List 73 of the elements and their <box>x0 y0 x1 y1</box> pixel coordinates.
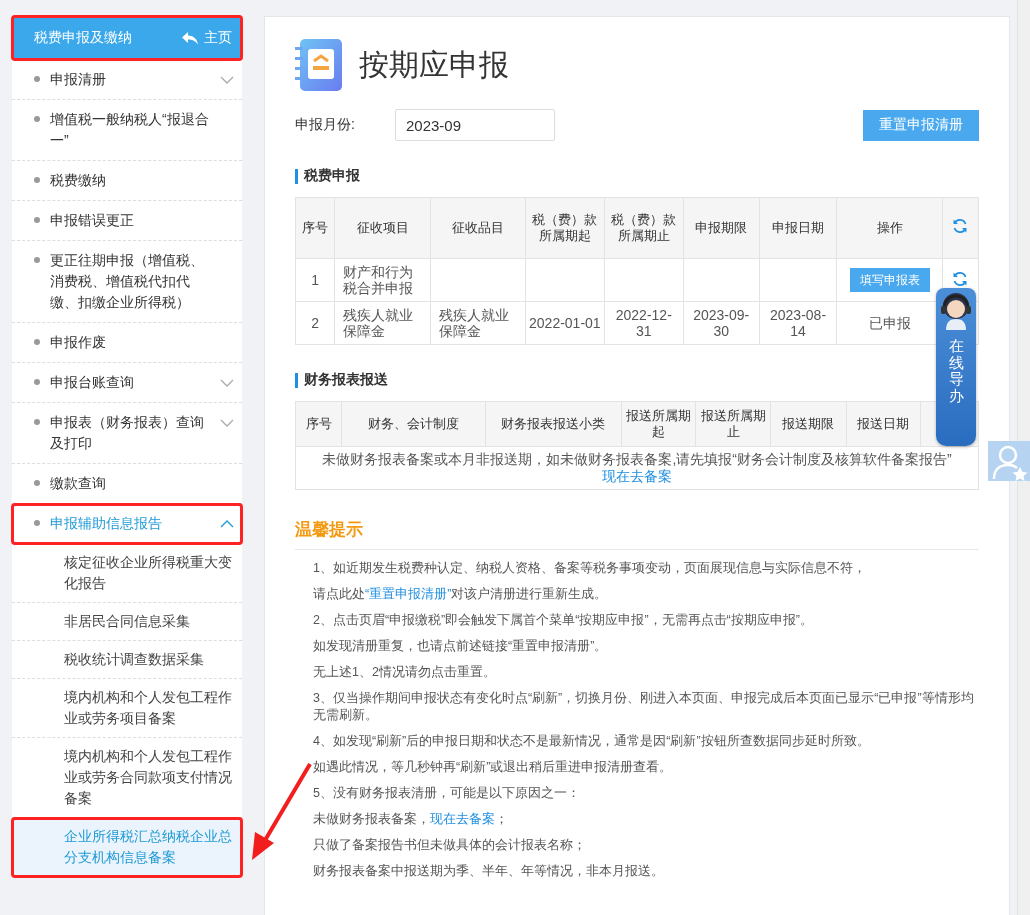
chevron-icon <box>220 520 234 528</box>
tip-link[interactable]: 现在去备案 <box>430 812 495 826</box>
column-header: 征收项目 <box>356 220 409 235</box>
column-header: 序号 <box>302 220 329 235</box>
month-label: 申报月份: <box>295 116 356 134</box>
table-cell: 2 <box>311 315 320 331</box>
sidebar-item[interactable]: 增值税一般纳税人“报退合一” <box>12 100 242 161</box>
chevron-icon <box>220 379 234 387</box>
column-header: 报送期限 <box>782 416 835 431</box>
back-icon <box>182 31 198 45</box>
empty-message: 未做财务报表备案或本月非报送期，如未做财务报表备案,请先填报“财务会计制度及核算软件备案报告” 现在去备案 <box>322 451 952 484</box>
tips-title: 温馨提示 <box>295 518 979 550</box>
table-cell: 1 <box>311 272 320 288</box>
chevron-icon <box>220 419 234 427</box>
column-header: 财务、会计制度 <box>367 416 459 431</box>
chevron-icon <box>220 76 234 84</box>
tip-text: 1、如近期发生税费种认定、纳税人资格、备案等税务事项变动，页面展现信息与实际信息不符， <box>313 560 867 577</box>
sidebar-item[interactable]: 税费缴纳 <box>12 161 242 201</box>
column-header: 操作 <box>876 220 903 235</box>
column-header: 报送日期 <box>857 416 910 431</box>
table-cell: 残疾人就业保障金 <box>439 307 510 339</box>
tip-text: 如发现清册重复，也请点前述链接“重置申报清册”。 <box>313 638 609 655</box>
section-title: 税费申报 <box>304 167 360 185</box>
sidebar-subitem[interactable]: 税收统计调查数据采集 <box>12 641 242 679</box>
tip-text: 如遇此情况，等几秒钟再“刷新”或退出稍后重进申报清册查看。 <box>313 759 674 776</box>
widget-label: 在线导办 <box>948 338 964 404</box>
sidebar-subitem[interactable]: 境内机构和个人发包工程作业或劳务合同款项支付情况备案 <box>12 738 242 818</box>
column-header: 申报日期 <box>772 220 824 235</box>
sidebar-subitem[interactable]: 境内机构和个人发包工程作业或劳务项目备案 <box>12 679 242 738</box>
tip-text: 只做了备案报告书但未做具体的会计报表名称； <box>313 837 587 854</box>
column-header: 申报期限 <box>695 220 748 235</box>
table-cell: 2023-08-14 <box>770 307 827 339</box>
notebook-icon <box>295 39 343 91</box>
refresh-icon[interactable] <box>952 270 969 287</box>
month-field[interactable]: 2023-09 <box>395 109 555 141</box>
tip-text: 4、如发现“刷新”后的申报日期和状态不是最新情况，通常是因“刷新”按钮所查数据同步延时所致。 <box>313 733 871 750</box>
sidebar-item[interactable]: 申报作废 <box>12 323 242 363</box>
record-link[interactable]: 现在去备案 <box>602 468 672 484</box>
online-guide-widget[interactable]: 在线导办 <box>936 288 976 446</box>
column-header: 报送所属期起 <box>626 408 691 439</box>
tip-text: 请点此处“重置申报清册”对该户清册进行重新生成。 <box>313 586 609 603</box>
table-cell: 2022-01-01 <box>529 315 601 331</box>
section-title: 财务报表报送 <box>304 371 388 389</box>
sidebar-item[interactable]: 缴款查询 <box>12 464 242 504</box>
column-header: 财务报表报送小类 <box>501 416 606 431</box>
tip-text: 未做财务报表备案，现在去备案； <box>313 811 509 828</box>
tip-text: 无上述1、2情况请勿点击重置。 <box>313 664 497 681</box>
sidebar-item[interactable]: 申报错误更正 <box>12 201 242 241</box>
table-cell: 财产和行为税合并申报 <box>343 264 414 296</box>
tip-text: 财务报表备案中报送期为季、半年、年等情况，非本月报送。 <box>313 863 665 880</box>
tip-text: 5、没有财务报表清册，可能是以下原因之一： <box>313 785 581 802</box>
support-agent-icon <box>938 290 974 330</box>
sidebar-item[interactable]: 申报台账查询 <box>12 363 242 403</box>
column-header: 税（费）款所属期起 <box>532 212 598 243</box>
table-cell: 残疾人就业保障金 <box>343 307 414 339</box>
refresh-icon[interactable] <box>952 218 969 234</box>
tip-text: 2、点击页眉“申报缴税”即会触发下属首个菜单“按期应申报”，无需再点击“按期应申报”。 <box>313 612 814 629</box>
tip-text: 3、仅当操作期间申报状态有变化时点“刷新”，切换月份、刚进入本页面、申报完成后本页面已显示“已申报”等情形均无需刷新。 <box>313 690 975 724</box>
sidebar-subitem[interactable]: 核定征收企业所得税重大变化报告 <box>12 544 242 603</box>
column-header: 序号 <box>305 416 332 431</box>
table-cell: 2022-12-31 <box>615 307 672 339</box>
column-header: 税（费）款所属期止 <box>611 212 677 243</box>
sidebar-item[interactable]: 申报表（财务报表）查询及打印 <box>12 403 242 464</box>
status-text: 已申报 <box>868 315 911 331</box>
sidebar-title: 税费申报及缴纳 <box>34 29 132 47</box>
page-title: 按期应申报 <box>359 46 509 83</box>
column-header: 报送所属期止 <box>700 408 766 439</box>
table-cell: 2023-09-30 <box>693 307 750 339</box>
column-header: 征收品目 <box>451 220 504 235</box>
sidebar-item[interactable]: 更正往期申报（增值税、消费税、增值税代扣代缴、扣缴企业所得税） <box>12 241 242 323</box>
tip-link[interactable]: “重置申报清册” <box>365 587 452 601</box>
sidebar-item[interactable]: 申报清册 <box>12 60 242 100</box>
sidebar-subitem[interactable]: 非居民合同信息采集 <box>12 603 242 641</box>
